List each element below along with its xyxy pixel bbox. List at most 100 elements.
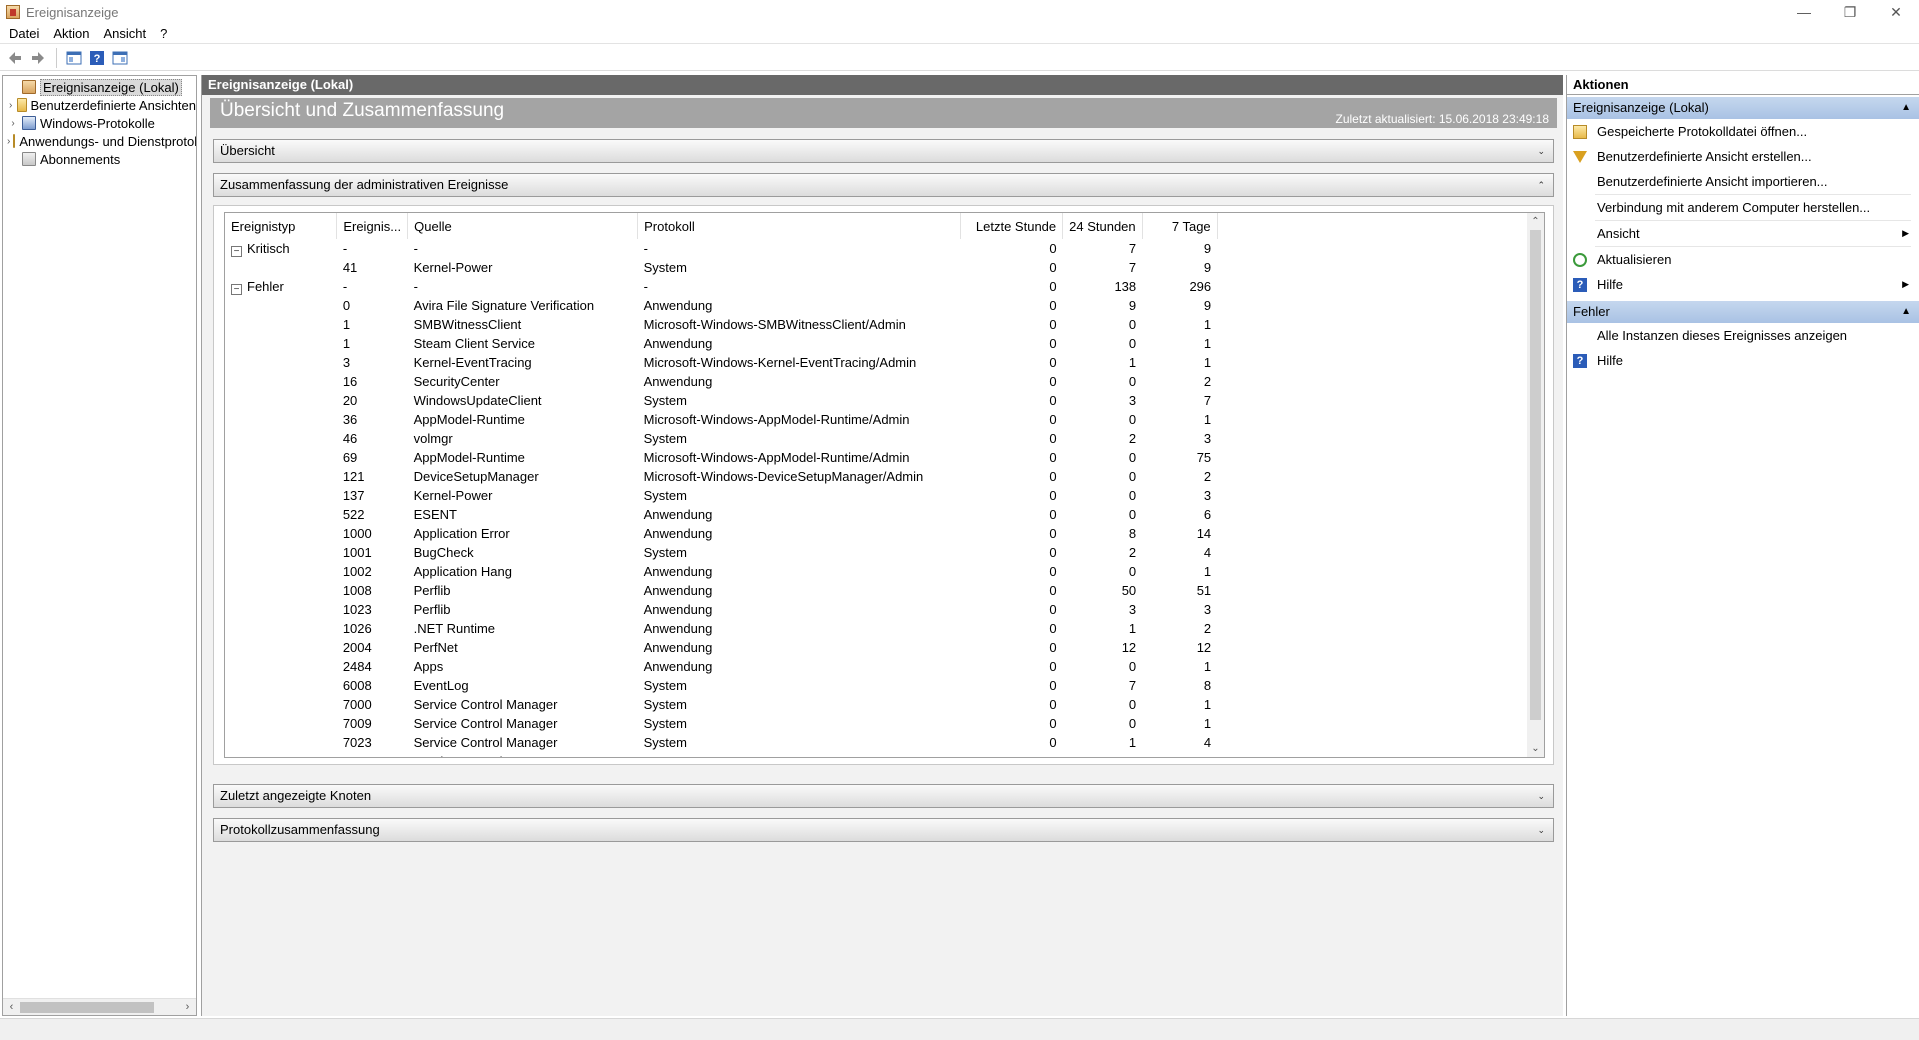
minimize-button[interactable]: — [1781, 0, 1827, 24]
table-row[interactable]: 3 Kernel-EventTracing Microsoft-Windows-Ke… [225, 353, 1217, 372]
tree-item-app-service-logs[interactable]: › Anwendungs- und Dienstprotokolle [3, 132, 196, 150]
menu-aktion[interactable]: Aktion [46, 24, 96, 44]
table-group-row[interactable]: − Fehler - - -0 138 296 [225, 277, 1217, 296]
collapse-icon[interactable]: − [231, 245, 242, 257]
table-row[interactable]: 1002 Application Hang Anwendung 0 0 1 [225, 562, 1217, 581]
actions-section-local[interactable]: Ereignisanzeige (Lokal) ▲ [1567, 97, 1919, 119]
table-row[interactable]: 2484 Apps Anwendung 0 0 1 [225, 657, 1217, 676]
action-label: Gespeicherte Protokolldatei öffnen... [1597, 124, 1808, 139]
tree-item-root[interactable]: Ereignisanzeige (Lokal) [3, 78, 196, 96]
table-row[interactable]: 1000 Application Error Anwendung 0 8 14 [225, 524, 1217, 543]
table-row[interactable]: 1026 .NET Runtime Anwendung 0 1 2 [225, 619, 1217, 638]
scroll-down-icon[interactable]: ⌄ [1527, 740, 1544, 757]
table-row[interactable]: 7009 Service Control Manager System 0 0 1 [225, 714, 1217, 733]
cell-type [225, 524, 337, 543]
section-recent-nodes[interactable]: Zuletzt angezeigte Knoten ⌄ [213, 784, 1554, 808]
table-group-row[interactable]: − Kritisch - - -0 7 9 [225, 239, 1217, 258]
collapse-icon[interactable]: ▲ [1901, 301, 1911, 323]
table-row[interactable]: 16 SecurityCenter Anwendung 0 0 2 [225, 372, 1217, 391]
table-row[interactable]: 1001 BugCheck System 0 2 4 [225, 543, 1217, 562]
table-row[interactable]: 7000 Service Control Manager System 0 0 1 [225, 695, 1217, 714]
chevron-down-icon[interactable]: ⌄ [1537, 785, 1545, 807]
show-hide-action-pane-icon [112, 51, 128, 64]
collapse-icon[interactable]: ▲ [1901, 97, 1911, 119]
table-row[interactable]: 69 AppModel-Runtime Microsoft-Windows-AppM… [225, 448, 1217, 467]
table-row[interactable]: 7030Service Control ManagerSystem001 [225, 752, 1217, 757]
action-label: Hilfe [1597, 353, 1624, 368]
cell-type [225, 638, 337, 657]
action-create-custom-view[interactable]: Benutzerdefinierte Ansicht erstellen... [1567, 144, 1919, 169]
cell-type [225, 410, 337, 429]
table-row[interactable]: 36 AppModel-Runtime Microsoft-Windows-AppM… [225, 410, 1217, 429]
cell-last-hour: 0 [1049, 431, 1057, 446]
table-row[interactable]: 46 volmgr System 0 2 3 [225, 429, 1217, 448]
cell-7-days: 4 [1203, 735, 1212, 750]
table-row[interactable]: 6008 EventLog System 0 7 8 [225, 676, 1217, 695]
tree-horizontal-scrollbar[interactable]: ‹ › [3, 998, 196, 1015]
chevron-up-icon[interactable]: ⌃ [1537, 174, 1545, 196]
back-button[interactable] [4, 47, 26, 69]
table-row[interactable]: 1008 Perflib Anwendung 0 50 51 [225, 581, 1217, 600]
table-row[interactable]: 0 Avira File Signature Verification Anwend… [225, 296, 1217, 315]
table-row[interactable]: 20 WindowsUpdateClient System 0 3 7 [225, 391, 1217, 410]
cell-24-hours: 1 [1128, 621, 1137, 636]
table-row[interactable]: 41 Kernel-Power System 0 7 9 [225, 258, 1217, 277]
scroll-thumb[interactable] [1530, 230, 1541, 720]
column-header-log[interactable]: Protokoll [637, 213, 962, 239]
scroll-left-icon[interactable]: ‹ [3, 1001, 20, 1013]
action-view[interactable]: Ansicht ▶ [1567, 221, 1919, 246]
close-button[interactable]: ✕ [1873, 0, 1919, 24]
action-help-error[interactable]: ? Hilfe [1567, 348, 1919, 373]
action-import-custom-view[interactable]: Benutzerdefinierte Ansicht importieren..… [1567, 169, 1919, 194]
tree-item-subscriptions[interactable]: Abonnements [3, 150, 196, 168]
cell-source: Kernel-Power [413, 488, 493, 503]
menu-datei[interactable]: Datei [0, 24, 46, 44]
action-open-saved-log[interactable]: Gespeicherte Protokolldatei öffnen... [1567, 119, 1919, 144]
table-row[interactable]: 121 DeviceSetupManager Microsoft-Windows-D… [225, 467, 1217, 486]
scroll-right-icon[interactable]: › [179, 1001, 196, 1013]
scroll-thumb[interactable] [20, 1001, 154, 1013]
show-hide-console-tree-button[interactable] [63, 47, 85, 69]
column-header-7-days[interactable]: 7 Tage [1142, 213, 1218, 239]
table-row[interactable]: 1023 Perflib Anwendung 0 3 3 [225, 600, 1217, 619]
table-row[interactable]: 7023 Service Control Manager System 0 1 4 [225, 733, 1217, 752]
column-header-source[interactable]: Quelle [407, 213, 639, 239]
table-vertical-scrollbar[interactable]: ⌃ ⌄ [1527, 213, 1544, 757]
chevron-down-icon[interactable]: ⌄ [1537, 819, 1545, 841]
show-hide-action-pane-button[interactable] [109, 47, 131, 69]
table-row[interactable]: 137 Kernel-Power System 0 0 3 [225, 486, 1217, 505]
forward-button[interactable] [27, 47, 49, 69]
column-header-24-hours[interactable]: 24 Stunden [1062, 213, 1143, 239]
cell-24-hours: 0 [1128, 412, 1137, 427]
collapse-icon[interactable]: − [231, 283, 242, 295]
table-row[interactable]: 522 ESENT Anwendung 0 0 6 [225, 505, 1217, 524]
help-button[interactable]: ? [86, 47, 108, 69]
action-show-all-instances[interactable]: Alle Instanzen dieses Ereignisses anzeig… [1567, 323, 1919, 348]
menu-ansicht[interactable]: Ansicht [97, 24, 154, 44]
table-row[interactable]: 1 Steam Client Service Anwendung 0 0 1 [225, 334, 1217, 353]
tree-item-windows-logs[interactable]: › Windows-Protokolle [3, 114, 196, 132]
column-header-last-hour[interactable]: Letzte Stunde [960, 213, 1064, 239]
action-help[interactable]: ? Hilfe ▶ [1567, 272, 1919, 297]
tree-expander[interactable]: › [7, 136, 10, 147]
chevron-down-icon[interactable]: ⌄ [1537, 140, 1545, 162]
cell-type [225, 353, 337, 372]
tree-expander[interactable]: › [7, 118, 19, 129]
tree-item-custom-views[interactable]: › Benutzerdefinierte Ansichten [3, 96, 196, 114]
section-overview[interactable]: Übersicht ⌄ [213, 139, 1554, 163]
table-row[interactable]: 2004 PerfNet Anwendung 0 12 12 [225, 638, 1217, 657]
table-row[interactable]: 1 SMBWitnessClient Microsoft-Windows-SMBWi… [225, 315, 1217, 334]
column-header-type[interactable]: Ereignistyp [225, 213, 338, 239]
column-header-event-id[interactable]: Ereignis... [336, 213, 409, 239]
actions-section-error[interactable]: Fehler ▲ [1567, 301, 1919, 323]
action-refresh[interactable]: Aktualisieren [1567, 247, 1919, 272]
menu-help[interactable]: ? [153, 24, 174, 44]
action-connect-computer[interactable]: Verbindung mit anderem Computer herstell… [1567, 195, 1919, 220]
section-admin-summary[interactable]: Zusammenfassung der administrativen Erei… [213, 173, 1554, 197]
scroll-up-icon[interactable]: ⌃ [1527, 213, 1544, 230]
section-log-summary[interactable]: Protokollzusammenfassung ⌄ [213, 818, 1554, 842]
event-viewer-icon [22, 80, 36, 94]
restore-button[interactable]: ❐ [1827, 0, 1873, 24]
tree-expander[interactable]: › [7, 100, 14, 111]
cell-7-days: 2 [1203, 621, 1212, 636]
